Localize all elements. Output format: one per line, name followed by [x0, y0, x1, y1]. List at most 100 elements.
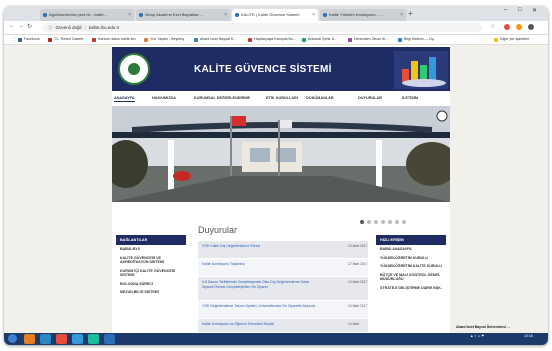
page-viewport: KALİTE GÜVENCE SİSTEMİ ANASAYFA HAKKIMIZ…: [4, 45, 548, 333]
maximize-icon[interactable]: □: [518, 7, 522, 13]
close-icon[interactable]: ×: [312, 9, 315, 21]
hero-slider-image[interactable]: [112, 106, 450, 202]
tab-2[interactable]: Sinop Akademi Ezel Bayraktar ... ×: [136, 9, 230, 21]
nav-kurumsal-degerlendirme[interactable]: KURUMSAL DEĞERLENDİRME: [194, 96, 250, 100]
main-nav: ANASAYFA HAKKIMIZDA KURUMSAL DEĞERLENDİR…: [112, 92, 450, 104]
link-kalite-guvencesi[interactable]: KALİTE GÜVENCESİ VE AKREDİTASYON SİSTEMİ: [116, 254, 186, 267]
announcement-title[interactable]: YÖK Kalite Dış Değerlendirme Süreci: [202, 244, 320, 249]
close-icon[interactable]: ×: [224, 9, 227, 21]
bookmark-item[interactable]: Heneralen Otuzu ltl...: [348, 36, 388, 43]
nav-anasayfa[interactable]: ANASAYFA: [114, 96, 135, 102]
link-baibu-bys[interactable]: BAİBÜ-BYS: [116, 245, 186, 254]
reload-icon[interactable]: ↻: [27, 23, 32, 30]
announcement-date: 14 Mart: [348, 322, 360, 326]
info-icon[interactable]: ⓘ: [48, 25, 53, 30]
tab-1[interactable]: Ağırlıklandırılan yeni bir - kalite... ×: [40, 9, 134, 21]
url-bar[interactable]: ⓘ Güvenli değil | kalite.ibu.edu.tr: [42, 23, 482, 32]
start-button-icon[interactable]: [8, 334, 17, 343]
chrome-icon[interactable]: [56, 334, 67, 344]
bookmark-item[interactable]: TC. Resmi Gazete: [48, 36, 84, 43]
internet-explorer-icon[interactable]: [40, 334, 51, 344]
security-label: Güvenli değil: [55, 25, 82, 30]
bookmark-label: Ankaralı Şehir Ü...: [308, 37, 338, 41]
slider-dot-4[interactable]: [381, 220, 385, 224]
bookmark-item[interactable]: Ankaralı Şehir Ü...: [302, 36, 337, 43]
nav-etik-kurullari[interactable]: ETİK KURULLARI: [266, 96, 298, 100]
close-icon[interactable]: ×: [128, 9, 131, 21]
announcement-title[interactable]: Kalite Komisyonu Toplantısı: [202, 262, 320, 267]
bookmark-icon: [398, 37, 402, 42]
close-window-icon[interactable]: ✕: [532, 7, 537, 14]
quick-access-box: HIZLI ERİŞİM BAİBÜ ANASAYFA YÜKSEKÖĞRETİ…: [376, 235, 446, 292]
bookmark-item[interactable]: Haydarpaşa Kampüs Bo...: [248, 36, 296, 43]
close-icon[interactable]: ×: [400, 9, 403, 21]
folder-icon: [494, 37, 498, 42]
bookmark-item[interactable]: Facebook: [18, 36, 40, 43]
nav-iletisim[interactable]: İLETİŞİM: [402, 96, 418, 100]
browser-window: Ağırlıklandırılan yeni bir - kalite... ×…: [4, 6, 548, 345]
system-tray[interactable]: ▲ ◐ ♫ ⚑: [470, 334, 484, 338]
link-baibu-anasayfa[interactable]: BAİBÜ ANASAYFA: [376, 245, 446, 254]
bookmark-label: Abant İzzet Baysal Ü...: [200, 37, 237, 41]
announcements-list: YÖK Kalite Dış Değerlendirme Süreci 14 M…: [198, 241, 368, 333]
nav-hakkimizda[interactable]: HAKKIMIZDA: [152, 96, 176, 100]
announcements-title: Duyurular: [198, 225, 238, 235]
slider-dot-7[interactable]: [402, 220, 406, 224]
slider-dot-6[interactable]: [395, 220, 399, 224]
tab-label: Sinop Akademi Ezel Bayraktar ...: [145, 12, 204, 17]
media-player-icon[interactable]: [24, 334, 35, 344]
profile-icon[interactable]: [528, 24, 534, 30]
slider-dot-5[interactable]: [388, 220, 392, 224]
bookmark-label: Diğer yer işaretleri: [500, 37, 530, 41]
bookmark-label: Facebook: [24, 37, 40, 41]
bookmark-item[interactable]: Yüz Yaşam - Beylerış: [144, 36, 184, 43]
announcement-date: 14 Mart 2017: [348, 280, 368, 284]
bookmark-label: Haydarpaşa Kampüs Bo...: [254, 37, 296, 41]
nav-duyurular[interactable]: DUYURULAR: [358, 96, 382, 100]
link-butce-mali[interactable]: BÜTÇE VE MALİ KONTROL GENEL MÜDÜRLÜĞÜ: [376, 271, 446, 284]
announcement-row[interactable]: YÖK Değerlendirme Takımı Üyeleri, Üniver…: [198, 301, 368, 319]
skype-icon[interactable]: [88, 334, 99, 344]
bookmark-label: Heneralen Otuzu ltl...: [354, 37, 388, 41]
extension-icon[interactable]: [516, 24, 522, 30]
tab-favicon-icon: [323, 13, 327, 17]
tab-3-active[interactable]: KALİTE | Kalite Güvence Sistemi ×: [232, 9, 318, 21]
back-icon[interactable]: ←: [9, 23, 15, 29]
link-yok-kalite[interactable]: YÜKSEKÖĞRETİM KALİTE KURULU: [376, 262, 446, 271]
announcement-row[interactable]: 9-8 Kasım Tarihlerinde Gerçekleşecek Ola…: [198, 277, 368, 301]
university-logo-icon[interactable]: [118, 53, 150, 85]
slider-dot-2[interactable]: [367, 220, 371, 224]
slider-dot-3[interactable]: [374, 220, 378, 224]
bookmark-item[interactable]: Bilgi Sistemi — Uy...: [398, 36, 436, 43]
link-kurum-ici-kalite[interactable]: KURUM İÇİ KALİTE GÜVENCESİ SİSTEMİ: [116, 267, 186, 280]
new-tab-button[interactable]: +: [408, 8, 413, 20]
announcement-title[interactable]: YÖK Değerlendirme Takımı Üyeleri, Üniver…: [202, 304, 320, 309]
tab-4[interactable]: Kalite Yönetim Komisyonu - ... ×: [320, 9, 406, 21]
announcement-row[interactable]: YÖK Kalite Dış Değerlendirme Süreci 14 M…: [198, 241, 368, 259]
announcement-title[interactable]: Kalite Komisyonu'na Öğrenci Temsilcisi S…: [202, 322, 320, 327]
bookmark-label: Bilgi Sistemi — Uy...: [404, 37, 437, 41]
minimize-icon[interactable]: –: [504, 7, 507, 13]
link-bologna[interactable]: BOLOGNA SÜRECİ: [116, 280, 186, 289]
bookmark-item[interactable]: Karkom-kamu kalite km: [92, 36, 136, 43]
bookmark-folder[interactable]: Diğer yer işaretleri: [494, 36, 529, 43]
slider-pagination: [360, 211, 409, 229]
star-icon[interactable]: ☆: [490, 23, 495, 30]
announcement-row[interactable]: Kalite Komisyonu'na Öğrenci Temsilcisi S…: [198, 319, 368, 333]
windows-explorer-icon[interactable]: [72, 334, 83, 344]
nav-dokumanlar[interactable]: DOKÜMANLAR: [306, 96, 334, 100]
extension-icon[interactable]: [504, 24, 510, 30]
announcement-row[interactable]: Kalite Komisyonu Toplantısı 17 Mart 2017: [198, 259, 368, 277]
links-box: BAĞLANTILAR BAİBÜ-BYS KALİTE GÜVENCESİ V…: [116, 235, 186, 297]
link-yok[interactable]: YÜKSEKÖĞRETİM KURULU: [376, 254, 446, 263]
header-chart-illustration-icon: [394, 51, 448, 89]
link-strateji[interactable]: STRATEJİ GELİŞTİRME DAİRE BŞK.: [376, 284, 446, 293]
clock[interactable]: 10:16: [524, 334, 533, 338]
word-icon[interactable]: [104, 334, 115, 344]
bookmark-item[interactable]: Abant İzzet Baysal Ü...: [194, 36, 236, 43]
announcement-title[interactable]: 9-8 Kasım Tarihlerinde Gerçekleşecek Ola…: [202, 280, 320, 289]
forward-icon[interactable]: →: [18, 23, 24, 29]
tab-favicon-icon: [139, 13, 143, 17]
link-mezun-bilgi[interactable]: MEZUN BİLGİ SİSTEMİ: [116, 288, 186, 297]
slider-dot-1[interactable]: [360, 220, 364, 224]
